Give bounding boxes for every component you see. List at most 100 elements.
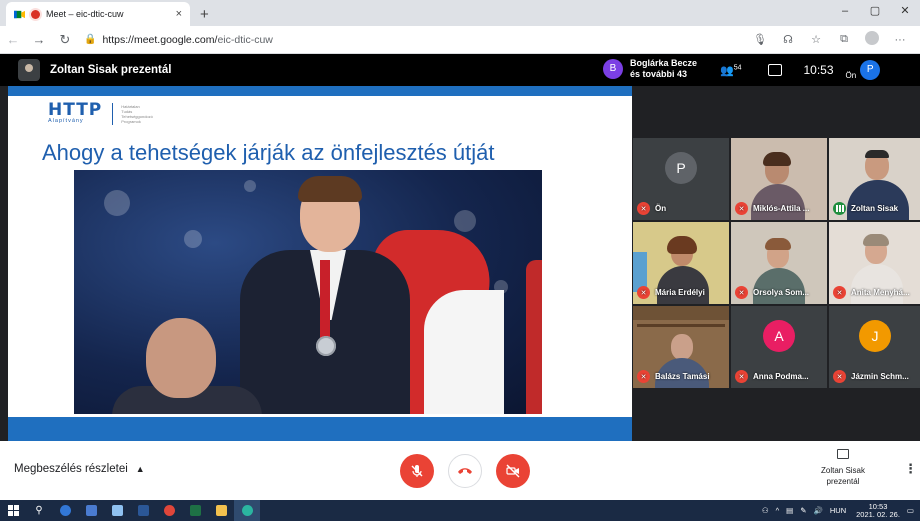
http-logo: HTTP Alapítvány Határtalan Tudás Tehetsé… bbox=[48, 100, 153, 125]
active-speaker-avatar: B bbox=[603, 59, 623, 79]
mic-off-icon: ✕ bbox=[833, 370, 846, 383]
participant-tile[interactable]: ✕ Mária Erdélyi bbox=[633, 222, 729, 304]
participant-count: 54 bbox=[733, 63, 742, 71]
participant-tile[interactable]: ✕ Orsolya Som... bbox=[731, 222, 827, 304]
pen-icon[interactable]: ✎ bbox=[800, 506, 806, 515]
presentation-status-button[interactable]: Zoltan Sisak prezentál bbox=[808, 449, 878, 487]
participant-name: Anita Menyhá... bbox=[851, 288, 910, 297]
chrome-icon[interactable] bbox=[156, 500, 182, 521]
url-host: https://meet.google.com/ bbox=[102, 33, 218, 46]
participant-avatar: A bbox=[763, 320, 795, 352]
url-path: eic-dtic-cuw bbox=[217, 33, 273, 46]
participant-tile[interactable]: ✕ Anita Menyhá... bbox=[829, 222, 920, 304]
active-speaker-name: Boglárka Becze bbox=[630, 58, 698, 68]
logo-lines: Határtalan Tudás Tehetséggondozó Program… bbox=[121, 104, 153, 124]
favorites-star-icon[interactable]: ☆ bbox=[802, 33, 830, 46]
settings-more-icon[interactable]: ··· bbox=[886, 34, 914, 46]
meeting-clock: 10:53 bbox=[803, 63, 834, 77]
browser-toolbar-right: 🎙 ☊ ☆ ⧉ ··· bbox=[746, 31, 920, 48]
tab-close-icon[interactable]: × bbox=[176, 8, 182, 20]
participant-tile[interactable]: Zoltan Sisak bbox=[829, 138, 920, 220]
read-aloud-icon[interactable]: ☊ bbox=[774, 33, 802, 46]
reload-icon[interactable]: ↻ bbox=[52, 32, 78, 48]
chat-icon[interactable] bbox=[767, 64, 782, 76]
participant-name: Anna Podma... bbox=[753, 372, 809, 381]
maximize-button[interactable]: ▢ bbox=[860, 0, 890, 24]
meeting-details-button[interactable]: Megbeszélés részletei ▲ bbox=[14, 463, 145, 475]
edge-legacy-icon[interactable] bbox=[52, 500, 78, 521]
self-avatar[interactable]: P bbox=[860, 60, 881, 80]
new-tab-button[interactable]: + bbox=[200, 2, 209, 26]
excel-icon[interactable] bbox=[182, 500, 208, 521]
tab-title: Meet – eic-dtic-cuw bbox=[46, 9, 124, 19]
participant-name: Zoltan Sisak bbox=[851, 204, 899, 213]
participant-tile[interactable]: ✕ Balázs Tamási bbox=[633, 306, 729, 388]
network-icon[interactable]: ▤ bbox=[786, 506, 793, 515]
present-line1: Zoltan Sisak bbox=[820, 466, 866, 475]
chevron-up-icon[interactable]: ^ bbox=[776, 506, 780, 515]
participant-name: Jázmin Schm... bbox=[851, 372, 909, 381]
presenter-title: Zoltan Sisak prezentál bbox=[50, 64, 172, 76]
close-window-button[interactable]: ✕ bbox=[890, 0, 920, 24]
url-input[interactable]: 🔒 https://meet.google.com/ eic-dtic-cuw bbox=[84, 29, 684, 51]
participant-tile[interactable]: P ✕ Ön bbox=[633, 138, 729, 220]
participant-avatar: J bbox=[859, 320, 891, 352]
microphone-permission-icon[interactable]: 🎙 bbox=[746, 33, 774, 46]
presentation-slide: HTTP Alapítvány Határtalan Tudás Tehetsé… bbox=[8, 86, 632, 441]
presenter-avatar bbox=[18, 59, 40, 81]
people-icon: 👥 bbox=[720, 64, 734, 77]
paint-icon[interactable] bbox=[104, 500, 130, 521]
word-icon[interactable] bbox=[130, 500, 156, 521]
participant-name: Miklós-Attila ... bbox=[753, 204, 810, 213]
browser-tab-meet[interactable]: Meet – eic-dtic-cuw × bbox=[6, 2, 190, 26]
edge-icon[interactable] bbox=[234, 500, 260, 521]
screen: Meet – eic-dtic-cuw × + – ▢ ✕ ← → ↻ 🔒 ht… bbox=[0, 0, 920, 521]
toggle-microphone-button[interactable] bbox=[400, 454, 434, 488]
meet-top-bar: Zoltan Sisak prezentál B Boglárka Becze … bbox=[0, 54, 920, 86]
address-bar-row: ← → ↻ 🔒 https://meet.google.com/ eic-dti… bbox=[0, 26, 920, 54]
people-tray-icon[interactable]: ⚇ bbox=[762, 506, 769, 515]
mic-off-icon: ✕ bbox=[637, 286, 650, 299]
taskbar-date: 2021. 02. 26. bbox=[856, 509, 900, 519]
system-tray: ⚇ ^ ▤ ✎ 🔊 HUN 10:53 2021. 02. 26. ▭ bbox=[755, 502, 920, 519]
volume-icon[interactable]: 🔊 bbox=[814, 506, 823, 515]
participant-tile[interactable]: ✕ Miklós-Attila ... bbox=[731, 138, 827, 220]
search-icon[interactable]: ⚲ bbox=[26, 500, 52, 521]
participant-tile[interactable]: J ✕ Jázmin Schm... bbox=[829, 306, 920, 388]
medal-icon bbox=[316, 336, 336, 356]
windows-start-icon[interactable] bbox=[0, 500, 26, 521]
windows-taskbar: ⚲ ⚇ ^ ▤ ✎ 🔊 HUN 10:53 2021. 02. 26. ▭ bbox=[0, 500, 920, 521]
present-screen-icon bbox=[837, 449, 849, 459]
lock-icon: 🔒 bbox=[84, 34, 97, 45]
file-explorer-icon[interactable] bbox=[208, 500, 234, 521]
mic-off-icon: ✕ bbox=[637, 370, 650, 383]
meet-window: Zoltan Sisak prezentál B Boglárka Becze … bbox=[0, 54, 920, 500]
meeting-details-label: Megbeszélés részletei bbox=[14, 463, 128, 475]
speaking-indicator-icon bbox=[833, 202, 846, 215]
language-indicator[interactable]: HUN bbox=[830, 506, 846, 515]
meet-controls-bar: Megbeszélés részletei ▲ Zoltan Sisak pre… bbox=[0, 441, 920, 500]
mic-off-icon: ✕ bbox=[833, 286, 846, 299]
browser-tab-strip: Meet – eic-dtic-cuw × + – ▢ ✕ bbox=[0, 0, 920, 26]
more-options-icon[interactable]: ⋮ bbox=[904, 461, 917, 477]
collections-icon[interactable]: ⧉ bbox=[830, 33, 858, 46]
mic-off-icon: ✕ bbox=[735, 286, 748, 299]
notifications-icon[interactable]: ▭ bbox=[907, 506, 914, 515]
participants-button[interactable]: 👥54 bbox=[720, 64, 742, 77]
minimize-button[interactable]: – bbox=[830, 0, 860, 24]
leave-call-button[interactable] bbox=[448, 454, 482, 488]
save-floppy-icon[interactable] bbox=[78, 500, 104, 521]
meet-top-right: 👥54 10:53 Ön P bbox=[720, 54, 881, 86]
self-label: Ön bbox=[845, 70, 857, 80]
slide-photo bbox=[74, 170, 542, 414]
profile-icon[interactable] bbox=[858, 31, 886, 48]
meet-favicon-icon bbox=[14, 10, 25, 18]
toggle-camera-button[interactable] bbox=[496, 454, 530, 488]
taskbar-clock[interactable]: 10:53 2021. 02. 26. bbox=[856, 502, 900, 519]
chevron-up-icon: ▲ bbox=[135, 464, 145, 474]
back-arrow-icon[interactable]: ← bbox=[0, 32, 26, 47]
forward-arrow-icon[interactable]: → bbox=[26, 32, 52, 47]
participant-tile[interactable]: A ✕ Anna Podma... bbox=[731, 306, 827, 388]
participant-avatar: P bbox=[665, 152, 697, 184]
window-controls: – ▢ ✕ bbox=[830, 0, 920, 24]
